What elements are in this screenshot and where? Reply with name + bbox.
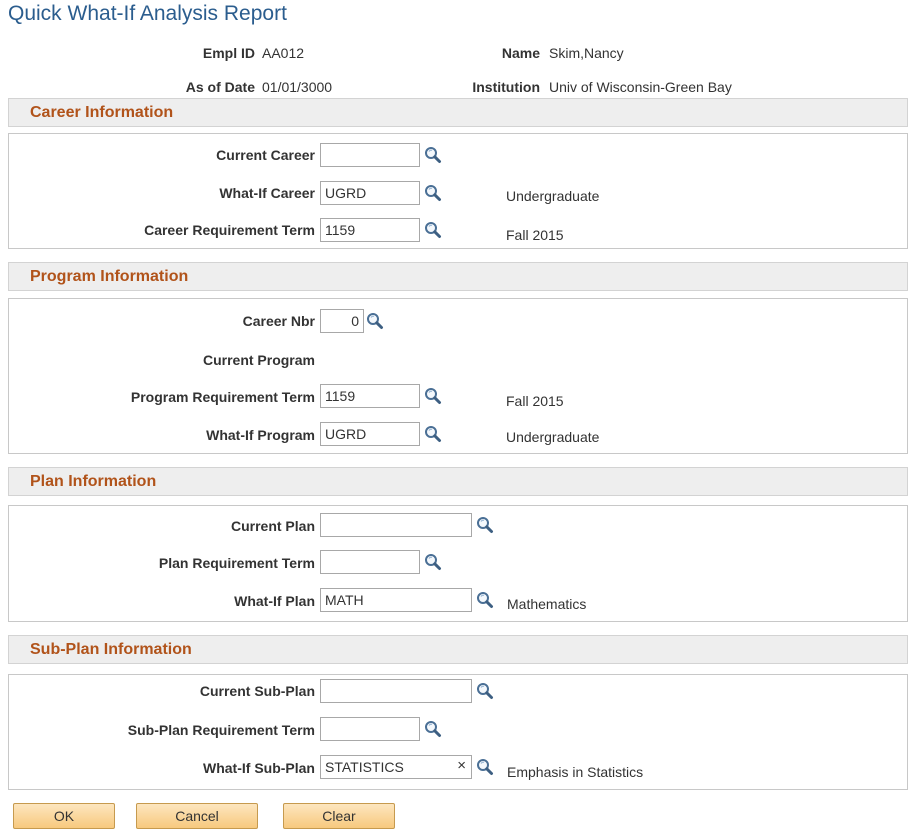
plan-section-header: Plan Information bbox=[8, 467, 908, 496]
subplan-section-title: Sub-Plan Information bbox=[30, 641, 192, 658]
career-section-header: Career Information bbox=[8, 98, 908, 127]
clear-button[interactable]: Clear bbox=[283, 803, 395, 829]
current-subplan-input[interactable] bbox=[320, 679, 472, 703]
subplan-section-header: Sub-Plan Information bbox=[8, 635, 908, 664]
program-req-term-lookup-icon[interactable] bbox=[424, 387, 442, 405]
whatif-program-input[interactable]: UGRD bbox=[320, 422, 420, 446]
current-plan-label: Current Plan bbox=[230, 518, 315, 534]
current-plan-input[interactable] bbox=[320, 513, 472, 537]
current-plan-lookup-icon[interactable] bbox=[476, 516, 494, 534]
current-career-lookup-icon[interactable] bbox=[424, 146, 442, 164]
page-title: Quick What-If Analysis Report bbox=[8, 2, 287, 25]
subplan-req-term-label: Sub-Plan Requirement Term bbox=[127, 722, 315, 738]
institution-value: Univ of Wisconsin-Green Bay bbox=[549, 79, 732, 95]
whatif-plan-lookup-icon[interactable] bbox=[476, 591, 494, 609]
career-nbr-lookup-icon[interactable] bbox=[366, 312, 384, 330]
plan-req-term-lookup-icon[interactable] bbox=[424, 553, 442, 571]
career-nbr-label: Career Nbr bbox=[242, 313, 315, 329]
program-req-term-description: Fall 2015 bbox=[506, 393, 564, 409]
whatif-subplan-lookup-icon[interactable] bbox=[476, 758, 494, 776]
whatif-subplan-label: What-If Sub-Plan bbox=[203, 760, 315, 776]
as-of-date-label: As of Date bbox=[185, 79, 255, 95]
cancel-button[interactable]: Cancel bbox=[136, 803, 258, 829]
career-req-term-input[interactable]: 1159 bbox=[320, 218, 420, 242]
whatif-program-label: What-If Program bbox=[206, 427, 315, 443]
career-section-title: Career Information bbox=[30, 104, 174, 121]
institution-label: Institution bbox=[472, 79, 540, 95]
program-section-header: Program Information bbox=[8, 262, 908, 291]
whatif-career-lookup-icon[interactable] bbox=[424, 184, 442, 202]
whatif-plan-input[interactable]: MATH bbox=[320, 588, 472, 612]
as-of-date-value: 01/01/3000 bbox=[262, 79, 333, 95]
career-nbr-input[interactable]: 0 bbox=[320, 309, 364, 333]
current-subplan-label: Current Sub-Plan bbox=[199, 683, 315, 699]
program-req-term-input[interactable]: 1159 bbox=[320, 384, 420, 408]
plan-req-term-input[interactable] bbox=[320, 550, 420, 574]
career-req-term-description: Fall 2015 bbox=[506, 227, 564, 243]
whatif-subplan-description: Emphasis in Statistics bbox=[507, 764, 644, 780]
current-career-input[interactable] bbox=[320, 143, 420, 167]
empl-id-value: AA012 bbox=[262, 45, 305, 61]
whatif-program-lookup-icon[interactable] bbox=[424, 425, 442, 443]
empl-id-label: Empl ID bbox=[202, 45, 255, 61]
program-section-title: Program Information bbox=[30, 268, 189, 285]
career-req-term-label: Career Requirement Term bbox=[144, 222, 315, 238]
current-career-label: Current Career bbox=[216, 147, 315, 163]
whatif-plan-label: What-If Plan bbox=[234, 593, 315, 609]
name-value: Skim,Nancy bbox=[549, 45, 624, 61]
plan-section-title: Plan Information bbox=[30, 473, 157, 490]
clear-field-icon[interactable]: × bbox=[457, 757, 466, 774]
current-subplan-lookup-icon[interactable] bbox=[476, 682, 494, 700]
ok-button[interactable]: OK bbox=[13, 803, 115, 829]
subplan-req-term-input[interactable] bbox=[320, 717, 420, 741]
career-req-term-lookup-icon[interactable] bbox=[424, 221, 442, 239]
whatif-career-description: Undergraduate bbox=[506, 188, 600, 204]
whatif-subplan-value: STATISTICS bbox=[325, 759, 404, 775]
whatif-career-input[interactable]: UGRD bbox=[320, 181, 420, 205]
current-program-label: Current Program bbox=[202, 352, 315, 368]
whatif-subplan-input[interactable]: STATISTICS × bbox=[320, 755, 472, 779]
whatif-program-description: Undergraduate bbox=[506, 429, 600, 445]
plan-req-term-label: Plan Requirement Term bbox=[158, 555, 315, 571]
subplan-req-term-lookup-icon[interactable] bbox=[424, 720, 442, 738]
whatif-career-label: What-If Career bbox=[219, 185, 315, 201]
whatif-plan-description: Mathematics bbox=[507, 596, 587, 612]
name-label: Name bbox=[501, 45, 540, 61]
program-req-term-label: Program Requirement Term bbox=[130, 389, 315, 405]
